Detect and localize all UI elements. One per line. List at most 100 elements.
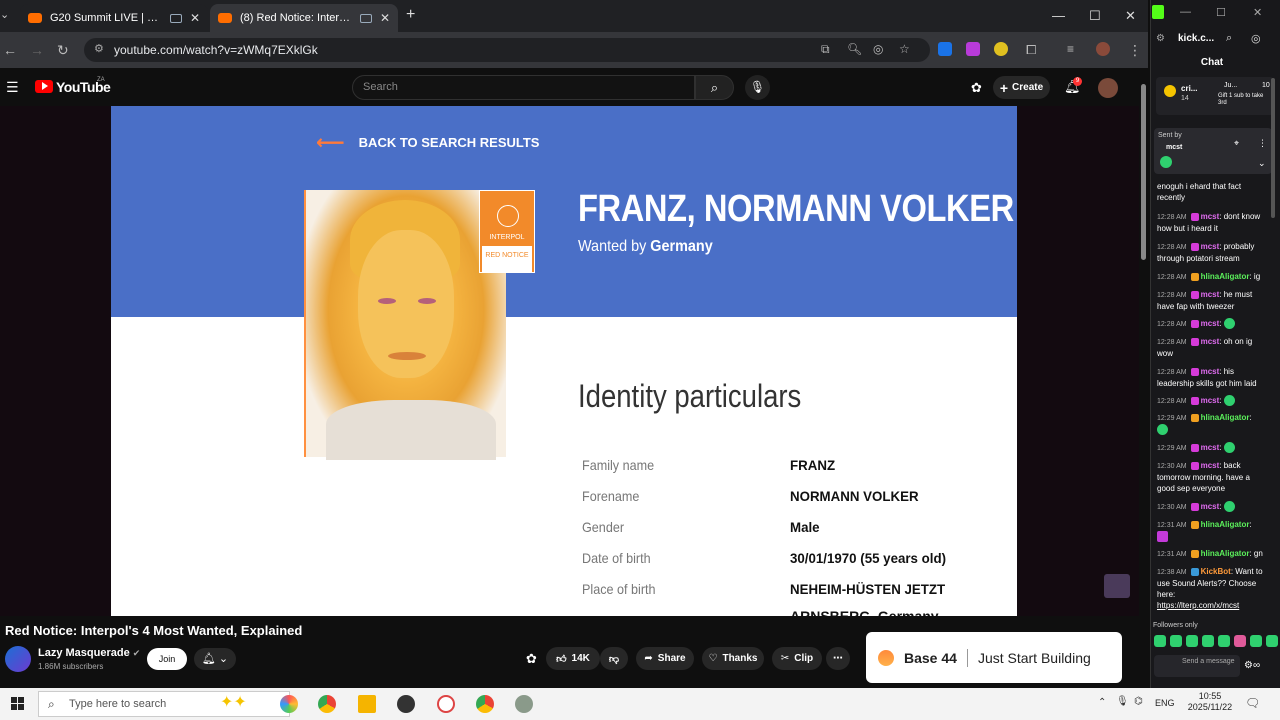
tab-red-notice[interactable]: (8) Red Notice: Interpol's 4 ✕ <box>210 4 398 32</box>
extension-icon[interactable] <box>938 42 952 56</box>
extension-icon[interactable] <box>966 42 980 56</box>
like-button[interactable]: 👍︎ 14K <box>546 647 600 670</box>
chat-eye-off-icon[interactable]: ◎ <box>1251 32 1261 45</box>
chat-message[interactable]: 12:28 AM mcst: he must have fap with twee… <box>1157 289 1269 312</box>
taskbar-search-input[interactable]: ⌕ Type here to search <box>38 691 290 717</box>
voice-search-mic-icon[interactable]: 🎙︎ <box>745 75 770 100</box>
chat-message[interactable]: enoguh i ehard that fact recently <box>1157 181 1269 203</box>
extensions-puzzle-icon[interactable]: ⧠ <box>1026 42 1036 58</box>
chat-scrollbar[interactable] <box>1271 78 1275 218</box>
search-button[interactable]: ⌕ <box>695 75 734 100</box>
emote-quick-bar[interactable] <box>1154 635 1278 649</box>
eye-shape <box>418 298 436 304</box>
pinned-message[interactable]: Sent by mcst ⌖ ⋮ ⌄ <box>1154 128 1272 174</box>
gear-extension-icon[interactable]: ✿ <box>526 651 537 667</box>
site-settings-icon[interactable]: ⚙ <box>1156 33 1165 44</box>
media-controls-icon[interactable]: ≡ <box>1067 42 1074 56</box>
close-tab-icon[interactable]: ✕ <box>380 11 390 25</box>
create-button[interactable]: + Create <box>993 76 1050 99</box>
youtube-search-input[interactable]: Search <box>352 75 695 100</box>
sparkle-icon[interactable]: ✦✦ <box>220 692 247 712</box>
cast-extension-icon[interactable]: ✿ <box>971 80 982 96</box>
system-clock[interactable]: 10:55 2025/11/22 <box>1180 691 1240 713</box>
pinned-more-icon[interactable]: ⋮ <box>1258 138 1267 149</box>
copilot-icon[interactable] <box>280 695 298 713</box>
wanted-by-prefix: Wanted by <box>578 238 647 255</box>
reload-icon[interactable]: ↻ <box>57 42 69 59</box>
gift-count: 14 <box>1181 95 1189 102</box>
dislike-button[interactable]: 👎︎ <box>600 647 628 670</box>
hamburger-menu-icon[interactable]: ☰ <box>6 79 19 96</box>
file-explorer-icon[interactable] <box>358 695 376 713</box>
chat-message[interactable]: 12:28 AM hlinaAligator: ig <box>1157 271 1269 283</box>
chat-message[interactable]: 12:30 AM mcst: back tomorrow morning. hav… <box>1157 460 1269 494</box>
new-tab-button[interactable]: + <box>406 6 415 24</box>
network-icon[interactable]: ⌬ <box>1134 696 1143 707</box>
chat-message[interactable]: 12:28 AM mcst: oh on ig wow <box>1157 336 1269 359</box>
app-icon[interactable] <box>397 695 415 713</box>
app-icon[interactable] <box>515 695 533 713</box>
chat-message[interactable]: 12:29 AM mcst: <box>1157 442 1269 454</box>
chat-window-close-icon[interactable]: ✕ <box>1253 6 1262 19</box>
address-bar[interactable]: ⚙ youtube.com/watch?v=zWMq7EXklGk <box>84 38 930 62</box>
chat-window-minimize-icon[interactable]: — <box>1180 6 1191 18</box>
eye-off-icon[interactable]: ◎ <box>873 42 883 56</box>
more-actions-button[interactable]: ⋯ <box>826 647 850 670</box>
maximize-icon[interactable]: ☐ <box>1089 8 1101 24</box>
chat-message[interactable]: 12:28 AM mcst: his leadership skills got … <box>1157 366 1269 389</box>
chat-message[interactable]: 12:28 AM mcst: dont know how but i heard … <box>1157 211 1269 234</box>
channel-name[interactable]: Lazy Masquerade ✔ <box>38 647 140 659</box>
close-window-icon[interactable]: ✕ <box>1125 8 1136 24</box>
pinned-expand-icon[interactable]: ⌄ <box>1258 158 1266 169</box>
share-button[interactable]: ➦ Share <box>636 647 694 670</box>
pin-icon[interactable]: ⌖ <box>1234 138 1239 149</box>
bookmark-star-icon[interactable]: ☆ <box>899 42 910 56</box>
thanks-button[interactable]: ♡ Thanks <box>702 647 764 670</box>
minimize-icon[interactable]: — <box>1052 8 1065 23</box>
chat-message[interactable]: 12:30 AM mcst: <box>1157 501 1269 513</box>
chat-message[interactable]: 12:28 AM mcst: <box>1157 395 1269 407</box>
zoom-icon[interactable]: 🔍︎ <box>847 42 862 56</box>
channel-avatar[interactable] <box>5 646 31 672</box>
account-avatar[interactable] <box>1098 78 1118 98</box>
back-label: BACK TO SEARCH RESULTS <box>358 135 540 150</box>
install-app-icon[interactable]: ⧉ <box>821 42 830 57</box>
chat-message[interactable]: 12:31 AM hlinaAligator: <box>1157 519 1269 543</box>
sound-alerts-link[interactable]: https://lterp.com/x/mcst <box>1157 601 1239 610</box>
tab-search-chevron-icon[interactable]: ⌄ <box>0 8 9 21</box>
tray-expand-icon[interactable]: ⌃ <box>1098 697 1106 708</box>
gift-sub-leaderboard[interactable]: cri... 14 Ju... 10 Gift 1 sub to take 3r… <box>1156 77 1274 115</box>
close-tab-icon[interactable]: ✕ <box>190 11 200 25</box>
site-info-icon[interactable]: ⚙ <box>94 42 104 55</box>
forward-icon[interactable]: → <box>30 42 44 58</box>
chat-message[interactable]: 12:28 AM mcst: probably through potatori … <box>1157 241 1269 264</box>
chat-message[interactable]: 12:28 AM mcst: <box>1157 318 1269 330</box>
chat-message[interactable]: 12:38 AM KickBot: Want to use Sound Alert… <box>1157 566 1269 611</box>
notification-center-icon[interactable]: 🗨︎ <box>1245 696 1260 710</box>
ad-banner[interactable]: Base 44 Just Start Building <box>866 632 1122 683</box>
join-button[interactable]: Join <box>147 648 187 670</box>
chat-settings-icon[interactable]: ⚙∞ <box>1244 660 1260 671</box>
clip-button[interactable]: ✂ Clip <box>772 647 822 670</box>
chat-message[interactable]: 12:29 AM hlinaAligator: <box>1157 412 1269 436</box>
extension-icon[interactable] <box>994 42 1008 56</box>
chat-window-maximize-icon[interactable]: ☐ <box>1216 6 1226 19</box>
badge-interpol-text: INTERPOL <box>489 234 525 241</box>
chat-url[interactable]: kick.c... <box>1178 33 1214 44</box>
chat-message-input[interactable]: Send a message <box>1154 655 1240 677</box>
windows-start-icon[interactable] <box>11 697 24 710</box>
browser-menu-icon[interactable]: ⋮ <box>1128 42 1142 59</box>
snipping-tool-icon[interactable] <box>437 695 455 713</box>
tab-g20-summit[interactable]: G20 Summit LIVE | World Le ✕ <box>20 4 208 32</box>
back-icon[interactable]: ← <box>3 42 17 58</box>
microphone-tray-icon[interactable]: 🎙︎ <box>1116 696 1129 707</box>
page-scrollbar-thumb[interactable] <box>1141 84 1146 260</box>
kick-logo-icon[interactable] <box>1152 5 1164 19</box>
subscription-bell-button[interactable]: 🔔︎ ⌄ <box>194 648 236 670</box>
chrome-icon[interactable] <box>318 695 336 713</box>
chrome-profile-icon[interactable] <box>476 695 494 713</box>
profile-avatar[interactable] <box>1096 42 1110 56</box>
chat-message[interactable]: 12:31 AM hlinaAligator: gn <box>1157 548 1269 560</box>
input-language[interactable]: ENG <box>1155 698 1175 708</box>
chat-zoom-icon[interactable]: ⌕ <box>1226 32 1232 45</box>
